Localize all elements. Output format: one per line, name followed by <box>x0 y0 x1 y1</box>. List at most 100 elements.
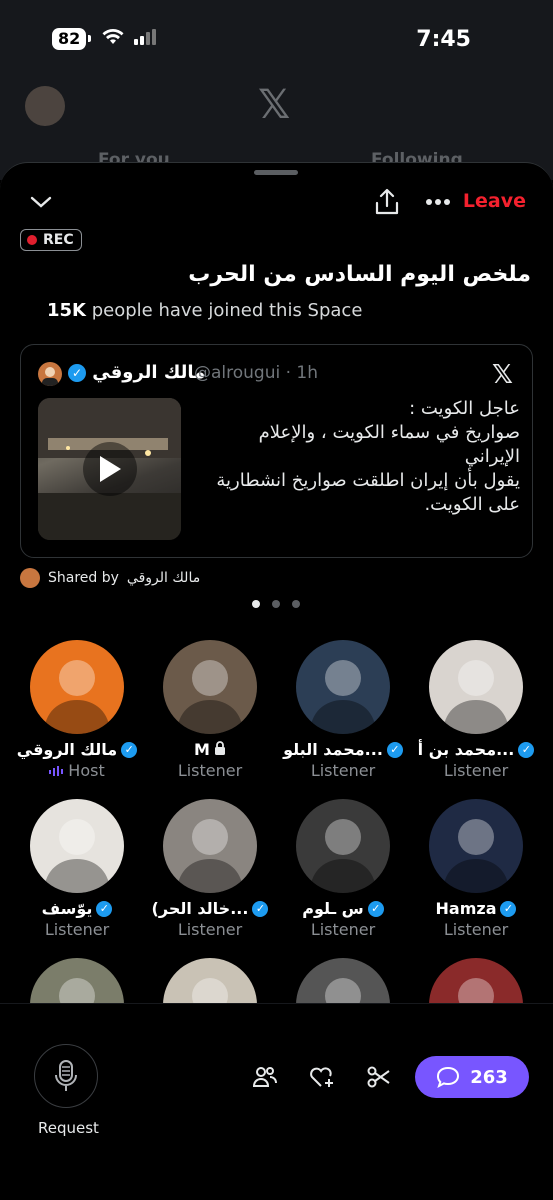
participant-name: يوّسف <box>41 899 93 918</box>
pager-dot[interactable] <box>272 600 280 608</box>
comment-count: 263 <box>470 1066 508 1088</box>
participant-name: (خالد الحر... <box>151 899 249 918</box>
share-button[interactable] <box>373 188 401 216</box>
play-icon <box>99 456 121 482</box>
participant-role-label: Listener <box>443 761 509 780</box>
participant[interactable]: مالك الروقي ✓ Host <box>11 640 143 780</box>
request-label: Request <box>38 1119 99 1137</box>
sheet-drag-handle[interactable] <box>254 170 298 175</box>
request-mic-button[interactable] <box>34 1044 98 1108</box>
participant-name: مالك الروقي <box>16 740 118 759</box>
participant-avatar[interactable] <box>30 640 124 734</box>
signal-icon <box>134 29 157 49</box>
participant-name-row: س ـلوم ✓ <box>277 899 409 918</box>
participant-name: Hamza <box>435 899 497 918</box>
participant-avatar[interactable] <box>429 799 523 893</box>
participant-role: Host <box>11 761 143 780</box>
play-button[interactable] <box>82 442 137 496</box>
chevron-down-icon <box>30 196 52 208</box>
verified-badge-icon: ✓ <box>68 364 86 382</box>
status-indicators: 82 <box>52 28 157 50</box>
participant[interactable]: M Listener <box>144 640 276 780</box>
participant[interactable]: س ـلوم ✓ Listener <box>277 799 409 939</box>
pager-dot[interactable] <box>292 600 300 608</box>
participant-name-row: محمد البلو... ✓ <box>277 740 409 759</box>
participant-name-row: محمد بن أ... ✓ <box>410 740 542 759</box>
battery-indicator: 82 <box>52 28 92 50</box>
record-dot-icon <box>27 235 37 245</box>
leave-button[interactable]: Leave <box>463 190 526 212</box>
participant-name-row: M <box>144 740 276 759</box>
verified-badge-icon: ✓ <box>518 741 535 758</box>
sharer-name: مالك الروقي <box>126 570 201 586</box>
participant-role: Listener <box>410 761 542 780</box>
participant-avatar[interactable] <box>296 799 390 893</box>
participant-name: س ـلوم <box>302 899 364 918</box>
joined-label: people have joined this Space <box>86 300 363 321</box>
participant[interactable]: يوّسف ✓ Listener <box>11 799 143 939</box>
collapse-button[interactable] <box>28 188 54 216</box>
more-options-button[interactable] <box>424 188 452 216</box>
comment-bubble-icon <box>437 1066 460 1088</box>
tweet-author-name-text: مالك الروقي <box>92 362 206 383</box>
verified-badge-icon: ✓ <box>121 741 138 758</box>
participant-name-row: مالك الروقي ✓ <box>11 740 143 759</box>
shared-by-row: Shared by مالك الروقي <box>20 568 200 588</box>
comments-button[interactable]: 263 <box>415 1056 529 1098</box>
participant-avatar[interactable] <box>163 799 257 893</box>
participant-role-label: Listener <box>310 920 376 939</box>
more-icon <box>426 199 450 205</box>
participant-avatar[interactable] <box>163 640 257 734</box>
participant-role-label: Listener <box>177 761 243 780</box>
participant-role-label: Listener <box>177 920 243 939</box>
tweet-text-line: عاجل الكويت : <box>409 398 520 419</box>
participant-role: Listener <box>144 920 276 939</box>
participant[interactable]: (خالد الحر... ✓ Listener <box>144 799 276 939</box>
participant-role-label: Listener <box>443 920 509 939</box>
participant-role: Listener <box>11 920 143 939</box>
participant-role-label: Listener <box>310 761 376 780</box>
sharer-avatar <box>20 568 40 588</box>
participant-name: محمد بن أ... <box>417 740 515 759</box>
recording-label: REC <box>43 232 74 248</box>
tweet-text-line: على الكويت. <box>424 494 520 515</box>
participant-role-label: Listener <box>44 920 110 939</box>
participant-name-row: Hamza ✓ <box>410 899 542 918</box>
space-title: ملخص اليوم السادس من الحرب <box>188 262 531 287</box>
people-button[interactable] <box>251 1063 279 1091</box>
verified-badge-icon: ✓ <box>252 900 269 917</box>
participant[interactable]: محمد البلو... ✓ Listener <box>277 640 409 780</box>
tweet-text-line: يقول بأن إيران اطلقت صواريخ انشطارية <box>216 470 520 491</box>
x-logo-icon: 𝕏 <box>492 360 513 390</box>
participant-name-row: (خالد الحر... ✓ <box>144 899 276 918</box>
participant-role: Listener <box>277 761 409 780</box>
scissors-icon <box>367 1066 390 1088</box>
tweet-author-avatar[interactable] <box>38 362 62 386</box>
tweet-video-thumbnail[interactable] <box>38 398 181 540</box>
participant-role: Listener <box>410 920 542 939</box>
participant[interactable]: Hamza ✓ Listener <box>410 799 542 939</box>
wifi-icon <box>102 29 124 49</box>
x-logo-icon: 𝕏 <box>258 82 291 128</box>
joined-count-text: 15K people have joined this Space <box>47 300 362 321</box>
status-bar: 82 7:45 <box>0 0 553 80</box>
participant[interactable]: محمد بن أ... ✓ Listener <box>410 640 542 780</box>
lock-icon <box>214 740 226 759</box>
people-icon <box>252 1067 277 1087</box>
verified-badge-icon: ✓ <box>386 741 403 758</box>
tweet-author-name[interactable]: مالك الروقي ✓ <box>68 362 205 383</box>
microphone-icon <box>55 1060 77 1091</box>
tweet-handle-time: @alrougui · 1h <box>194 363 319 383</box>
participant-role-label: Host <box>68 761 105 780</box>
pager-dot-active[interactable] <box>252 600 260 608</box>
clip-button[interactable] <box>365 1063 393 1091</box>
participant-avatar[interactable] <box>30 799 124 893</box>
tweet-text-line: صواريخ في سماء الكويت ، والإعلام الإيران… <box>258 422 520 467</box>
verified-badge-icon: ✓ <box>367 900 384 917</box>
tweet-text: عاجل الكويت : صواريخ في سماء الكويت ، وا… <box>200 397 520 517</box>
participant-avatar[interactable] <box>429 640 523 734</box>
participant-name-row: يوّسف ✓ <box>11 899 143 918</box>
react-button[interactable] <box>308 1063 336 1091</box>
participant-role: Listener <box>144 761 276 780</box>
participant-avatar[interactable] <box>296 640 390 734</box>
